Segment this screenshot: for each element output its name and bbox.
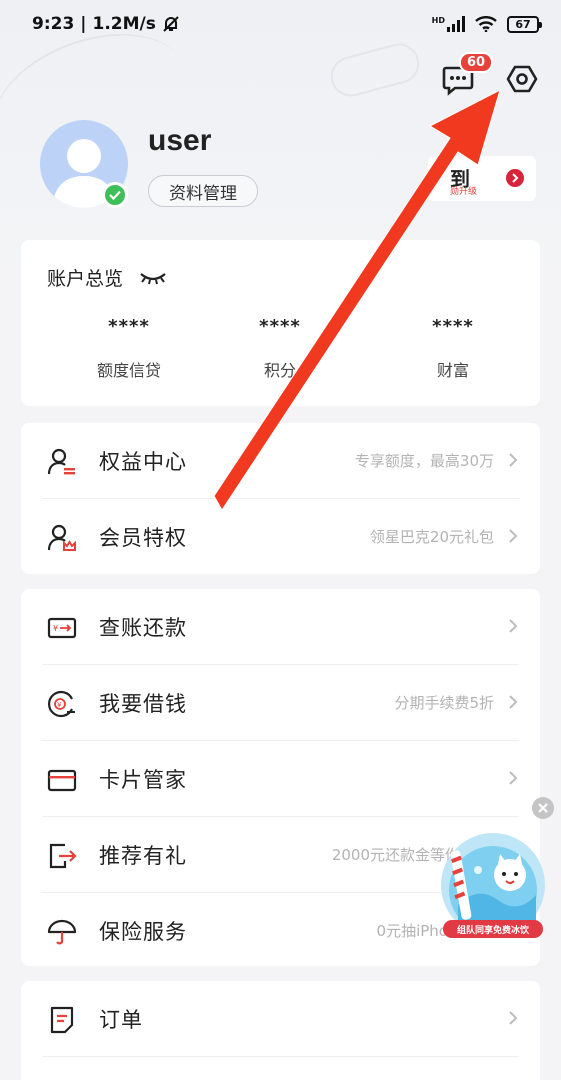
overview-credit[interactable]: **** 额度信贷: [59, 316, 199, 381]
header-actions: 60: [441, 52, 539, 96]
umbrella-icon: [47, 919, 77, 945]
profile-manage-button[interactable]: 资料管理: [148, 175, 258, 207]
verified-badge-icon: [102, 182, 128, 208]
overview-label: 财富: [436, 361, 469, 380]
chevron-right-icon: [509, 695, 518, 709]
messages-badge: 60: [459, 52, 494, 73]
overview-label: 额度信贷: [96, 361, 161, 380]
chevron-right-icon: [509, 453, 518, 467]
hd-signal-icon: HD: [432, 16, 465, 32]
overview-value: ****: [108, 316, 150, 337]
eye-closed-icon[interactable]: [139, 270, 167, 286]
messages-button[interactable]: 60: [441, 52, 494, 96]
chevron-right-icon: [509, 619, 518, 633]
chevron-right-icon: [509, 771, 518, 785]
orders-card: 订单: [21, 981, 540, 1080]
list-item-label: 权益中心: [99, 449, 187, 474]
battery-indicator: 67: [507, 15, 542, 33]
status-network-speed: 1.2M/s: [92, 14, 156, 34]
username: user: [148, 124, 212, 157]
order-document-icon: [50, 1006, 74, 1034]
status-time: 9:23: [32, 14, 75, 34]
overview-wealth[interactable]: **** 财富: [383, 316, 523, 381]
divider: [42, 1056, 519, 1057]
bill-card-icon: ¥: [47, 617, 77, 639]
chevron-right-icon: [509, 529, 518, 543]
overview-value: ****: [432, 316, 474, 337]
account-overview-card: 账户总览 **** 额度信贷 **** 积分 **** 财富: [21, 240, 540, 406]
mute-bell-icon: [163, 16, 179, 32]
credit-card-icon: [47, 769, 77, 792]
overview-points[interactable]: **** 积分: [210, 316, 350, 381]
list-item-label: 我要借钱: [99, 691, 187, 716]
list-item-label: 卡片管家: [99, 767, 187, 792]
list-item-card-manager[interactable]: 卡片管家: [21, 741, 540, 816]
member-crown-icon: [47, 524, 76, 551]
borrow-money-icon: ¥: [48, 690, 75, 718]
rights-card: 权益中心 专享额度，最高30万 会员特权 领星巴克20元礼包: [21, 423, 540, 574]
list-item-label: 查账还款: [99, 615, 187, 640]
list-item-label: 订单: [99, 1007, 143, 1032]
close-icon[interactable]: [532, 797, 554, 819]
svg-text:¥: ¥: [53, 624, 58, 633]
list-item-desc: 专享额度，最高30万: [354, 452, 494, 470]
list-item-borrow-money[interactable]: ¥ 我要借钱 分期手续费5折: [21, 665, 540, 740]
list-item-rights-center[interactable]: 权益中心 专享额度，最高30万: [21, 423, 540, 498]
overview-value: ****: [259, 316, 301, 337]
list-item-bill-repayment[interactable]: ¥ 查账还款: [21, 589, 540, 664]
list-item-label: 保险服务: [99, 919, 187, 944]
list-item-orders[interactable]: 订单: [21, 981, 540, 1056]
list-item-label: 推荐有礼: [99, 843, 187, 868]
checkin-card[interactable]: 到 勋升级: [428, 156, 536, 201]
list-item-member-privilege[interactable]: 会员特权 领星巴克20元礼包: [21, 499, 540, 574]
status-bar: 9:23 | 1.2M/s HD 67: [0, 0, 561, 48]
settings-button[interactable]: [505, 62, 539, 96]
checkin-subtitle: 勋升级: [450, 187, 478, 197]
chevron-right-icon: [506, 169, 524, 187]
overview-label: 积分: [263, 361, 296, 380]
overview-title: 账户总览: [47, 268, 124, 290]
wifi-icon: [475, 16, 497, 32]
user-rights-icon: [47, 448, 75, 475]
header-decoration: [326, 39, 424, 101]
gear-icon: [506, 65, 538, 93]
list-item-desc: 分期手续费5折: [394, 694, 494, 712]
share-exit-icon: [49, 843, 77, 869]
chevron-right-icon: [509, 1011, 518, 1025]
svg-text:¥: ¥: [57, 701, 62, 709]
list-item-desc: 领星巴克20元礼包: [369, 528, 494, 546]
list-item-label: 会员特权: [99, 525, 187, 550]
promo-label: 组队同享免费冰饮: [443, 920, 543, 938]
